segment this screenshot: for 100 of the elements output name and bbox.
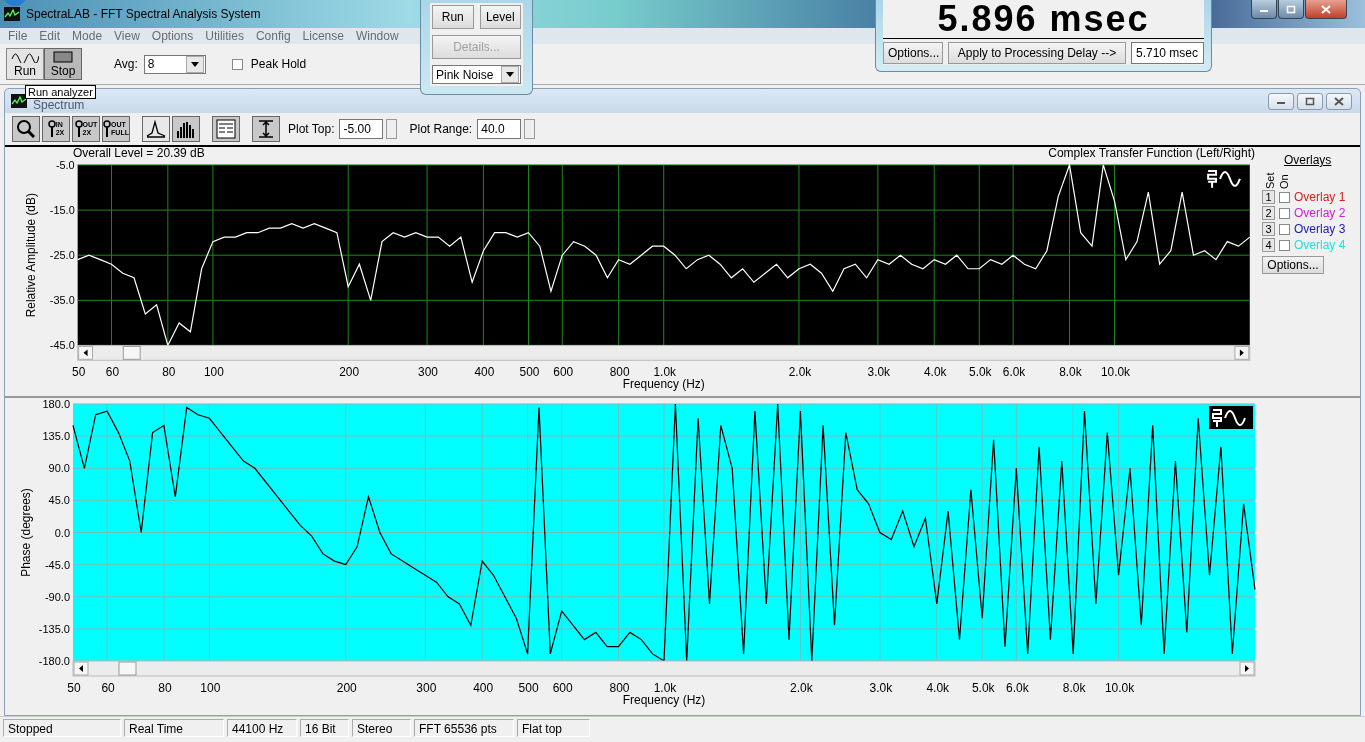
checkbox[interactable] — [1279, 239, 1290, 251]
overall-level: Overall Level = 20.39 dB — [73, 147, 205, 159]
close-button[interactable] — [1305, 0, 1347, 19]
menu-item[interactable]: Utilities — [205, 29, 244, 43]
tick-label: 3.0k — [867, 365, 891, 380]
overlay-label: Overlay 4 — [1294, 238, 1346, 252]
avg-dropdown[interactable]: 8 — [143, 54, 206, 74]
set-button[interactable]: 2 — [1262, 206, 1275, 220]
tick-label: 600 — [552, 681, 573, 695]
minimize-button[interactable] — [1251, 0, 1277, 19]
axis-label: Frequency (Hz) — [622, 693, 706, 707]
tick-label: 2.0k — [788, 365, 812, 380]
menu-item[interactable]: File — [8, 29, 28, 43]
checkbox[interactable] — [1279, 207, 1290, 219]
maximize-button[interactable] — [1278, 0, 1304, 19]
column-header: Set — [1264, 171, 1276, 189]
tick-label: 10.0k — [1101, 365, 1131, 380]
tick-label: 6.0k — [1006, 681, 1029, 695]
options-button[interactable]: Options... — [1262, 256, 1324, 274]
menu-item[interactable]: Options — [151, 29, 194, 43]
tick-label: 400 — [473, 681, 494, 695]
tick-label: 80 — [162, 365, 176, 380]
menu-item[interactable]: View — [114, 29, 140, 43]
menu-item[interactable]: Window — [355, 29, 399, 43]
menu-item[interactable]: License — [302, 29, 344, 43]
set-button[interactable]: 1 — [1262, 190, 1275, 204]
tick-label: 135.0 — [42, 430, 70, 443]
range-button[interactable] — [252, 116, 280, 142]
stop-button[interactable]: Stop — [44, 48, 82, 80]
tick-label: 60 — [105, 365, 120, 380]
dropdown-arrow-icon — [506, 72, 514, 77]
field-label: Plot Top: — [288, 122, 335, 136]
tick-label: -15.0 — [49, 204, 75, 217]
overlay-label: Overlay 3 — [1294, 222, 1346, 236]
tick-label: -90.0 — [44, 590, 70, 603]
tick-label: 0.0 — [54, 526, 70, 539]
axis-label: Frequency (Hz) — [622, 377, 705, 392]
menu-item[interactable]: Mode — [72, 29, 103, 43]
status-cell: 16 Bit — [300, 719, 349, 737]
dropdown-arrow-icon — [190, 61, 199, 67]
signal-dropdown[interactable]: Pink Noise — [432, 65, 521, 84]
column-header: On — [1278, 173, 1290, 189]
checkbox[interactable] — [1279, 223, 1290, 235]
bar-graph-icon — [176, 119, 196, 139]
tick-label: -135.0 — [38, 622, 70, 635]
checkbox[interactable] — [1279, 191, 1290, 203]
menu-item[interactable]: Edit — [39, 29, 61, 43]
overlays-title: Overlays — [1284, 153, 1333, 167]
tick-label: 180.0 — [42, 398, 70, 410]
set-button[interactable]: 3 — [1262, 222, 1275, 236]
tick-label: 45.0 — [48, 494, 70, 507]
minimize-button[interactable] — [1268, 92, 1294, 110]
line-mode-button[interactable] — [142, 116, 170, 142]
window-title: SpectraLAB - FFT Spectral Analysis System — [26, 7, 261, 21]
close-icon — [1321, 4, 1331, 14]
tick-label: 5.0k — [971, 681, 995, 695]
status-cell: FFT 65536 pts — [414, 719, 514, 737]
apply-button[interactable]: Apply to Processing Delay --> — [948, 42, 1126, 64]
generator-button[interactable]: Level — [479, 5, 521, 29]
delay-field[interactable]: 5.710 msec — [1131, 42, 1204, 64]
maximize-button[interactable] — [1297, 92, 1323, 110]
table-button[interactable] — [212, 116, 240, 142]
checkbox-label: Peak Hold — [250, 57, 307, 71]
tick-label: 4.0k — [926, 681, 950, 695]
tick-label: 5.0k — [969, 365, 992, 380]
plot-range-field[interactable]: 40.0 — [477, 119, 522, 139]
tick-label: 100 — [200, 681, 221, 695]
magnifier-icon — [103, 119, 112, 139]
sine-icon — [11, 50, 39, 63]
scrollbar[interactable] — [77, 344, 1251, 361]
close-button[interactable] — [1326, 92, 1352, 110]
overlay-label: Overlay 2 — [1294, 206, 1346, 220]
status-cell: Flat top — [517, 719, 590, 737]
tick-label: 50 — [67, 681, 81, 695]
set-button[interactable]: 4 — [1262, 238, 1275, 252]
generator-button[interactable]: Run — [432, 5, 474, 29]
options-button[interactable]: Options... — [883, 42, 943, 64]
tick-label: 80 — [158, 681, 172, 695]
status-cell: Stopped — [3, 719, 121, 737]
tick-label: 300 — [418, 365, 438, 380]
run-button[interactable]: Run — [6, 48, 44, 80]
plot-top-field[interactable]: -5.00 — [339, 119, 384, 139]
tick-label: 200 — [339, 365, 360, 380]
tick-label: 100 — [204, 365, 224, 380]
restore-icon — [1286, 4, 1296, 14]
status-cell: Stereo — [352, 719, 411, 737]
checkbox[interactable] — [231, 58, 243, 70]
scale-icon[interactable] — [1207, 169, 1241, 189]
zoom-button[interactable] — [12, 116, 40, 142]
scrollbar[interactable] — [72, 660, 1256, 677]
tick-label: 60 — [101, 681, 115, 695]
bars-mode-button[interactable] — [172, 116, 200, 142]
tick-label: 2.0k — [790, 681, 813, 695]
tick-label: 800 — [609, 681, 630, 695]
tick-label: 3.0k — [869, 681, 893, 695]
scale-icon[interactable] — [1209, 406, 1253, 429]
tick-label: -5.0 — [55, 159, 75, 171]
menu-item[interactable]: Config — [255, 29, 291, 43]
magnifier-icon — [16, 119, 36, 139]
tick-label: 1.0k — [653, 681, 677, 695]
